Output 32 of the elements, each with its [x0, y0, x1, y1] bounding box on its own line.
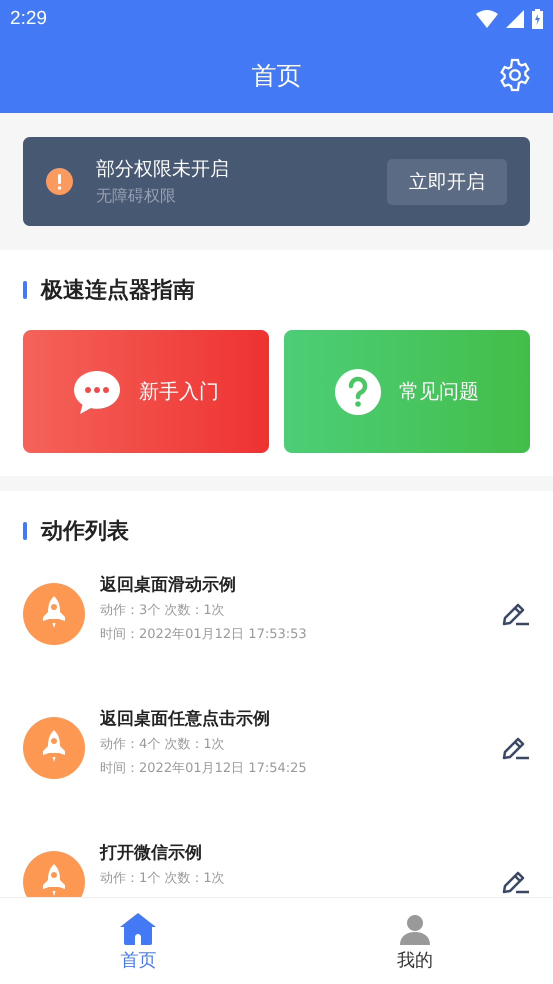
status-time: 2:29 — [10, 8, 47, 30]
action-name: 返回桌面任意点击示例 — [100, 708, 271, 731]
action-detail: 动作：4个 次数：1次 — [100, 736, 226, 754]
action-name: 返回桌面滑动示例 — [100, 574, 237, 597]
edit-pencil-icon[interactable] — [502, 601, 530, 627]
nav-tab[interactable]: 我的 — [276, 898, 553, 984]
battery-icon — [532, 9, 543, 29]
section-title: 极速连点器指南 — [41, 277, 195, 305]
action-detail: 时间：2022年01月12日 17:53:53 — [100, 626, 308, 644]
enable-button[interactable]: 立即开启 — [387, 158, 507, 204]
banner-subtitle: 无障碍权限 — [96, 186, 177, 207]
action-detail: 动作：1个 次数：1次 — [100, 870, 226, 888]
banner-title: 部分权限未开启 — [96, 157, 230, 182]
nav-tab[interactable]: 首页 — [0, 898, 276, 984]
wifi-icon — [476, 10, 498, 28]
signal-icon — [506, 10, 524, 28]
guide-card[interactable]: 新手入门 — [23, 330, 269, 453]
rocket-icon — [23, 583, 85, 645]
guide-card[interactable]: 常见问题 — [284, 330, 530, 453]
action-detail: 动作：3个 次数：1次 — [100, 602, 226, 620]
section-title: 动作列表 — [41, 518, 129, 546]
edit-pencil-icon[interactable] — [502, 869, 530, 895]
person-icon — [398, 912, 432, 946]
question-icon — [335, 368, 381, 414]
home-icon — [119, 912, 158, 946]
chat-bubble-icon — [73, 368, 121, 414]
action-name: 打开微信示例 — [100, 842, 203, 865]
action-detail: 时间：2022年01月12日 17:54:25 — [100, 760, 308, 778]
page-title: 首页 — [252, 60, 302, 92]
rocket-icon — [23, 717, 85, 779]
edit-pencil-icon[interactable] — [502, 735, 530, 761]
warning-icon — [46, 168, 73, 195]
